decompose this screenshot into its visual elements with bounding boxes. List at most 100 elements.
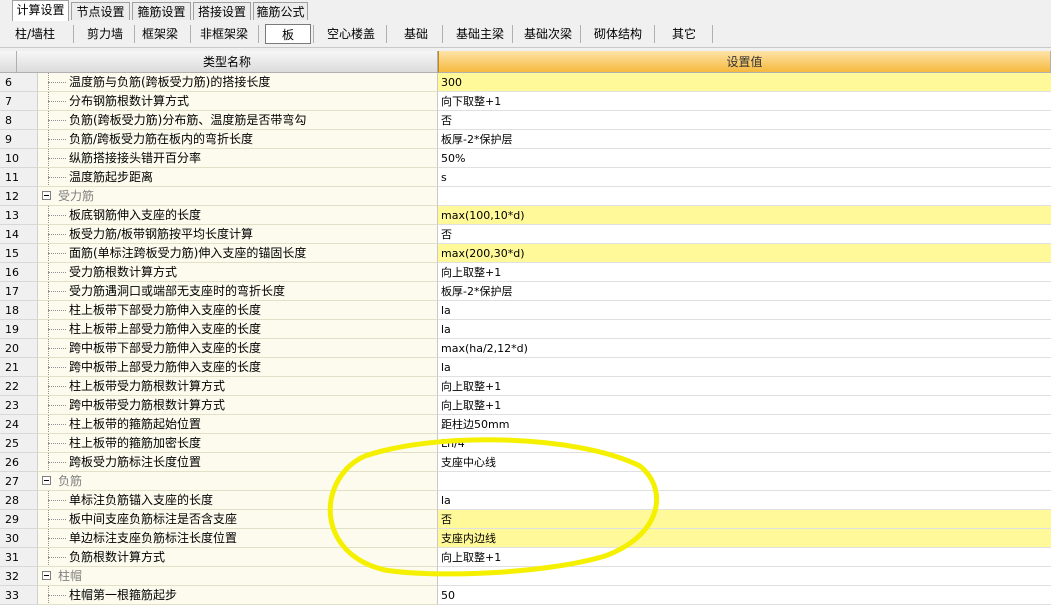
- row-number: 29: [0, 510, 38, 529]
- setting-value-cell[interactable]: 距柱边50mm: [438, 415, 1051, 434]
- table-row[interactable]: 33 柱帽第一根箍筋起步 50: [0, 586, 1051, 605]
- tree-connector: [46, 244, 66, 262]
- setting-value-cell[interactable]: max(ha/2,12*d): [438, 339, 1051, 358]
- table-row[interactable]: 26 跨板受力筋标注长度位置 支座中心线: [0, 453, 1051, 472]
- table-row[interactable]: 7 分布钢筋根数计算方式 向下取整+1: [0, 92, 1051, 111]
- toolbar-button-11[interactable]: 其它: [658, 24, 710, 44]
- minus-box-icon[interactable]: [42, 191, 51, 200]
- type-name-cell: 柱上板带的箍筋加密长度: [38, 434, 438, 453]
- tree-line-horizontal: [48, 82, 66, 83]
- grid-rows: 6 温度筋与负筋(跨板受力筋)的搭接长度 300 7 分布钢筋根数计算方式 向下取整+1 8…: [0, 73, 1051, 605]
- table-row[interactable]: 6 温度筋与负筋(跨板受力筋)的搭接长度 300: [0, 73, 1051, 92]
- setting-value-cell[interactable]: Ln/4: [438, 434, 1051, 453]
- table-row[interactable]: 19 柱上板带上部受力筋伸入支座的长度 la: [0, 320, 1051, 339]
- table-row[interactable]: 16 受力筋根数计算方式 向上取整+1: [0, 263, 1051, 282]
- row-number: 25: [0, 434, 38, 453]
- table-row[interactable]: 14 板受力筋/板带钢筋按平均长度计算 否: [0, 225, 1051, 244]
- tab-1[interactable]: 计算设置: [12, 0, 69, 22]
- table-row[interactable]: 12 受力筋: [0, 187, 1051, 206]
- tree-connector: [46, 548, 66, 566]
- table-row[interactable]: 25 柱上板带的箍筋加密长度 Ln/4: [0, 434, 1051, 453]
- table-row[interactable]: 32 柱帽: [0, 567, 1051, 586]
- tree-line-horizontal: [48, 595, 66, 596]
- table-row[interactable]: 8 负筋(跨板受力筋)分布筋、温度筋是否带弯勾 否: [0, 111, 1051, 130]
- setting-label: 柱上板带受力筋根数计算方式: [69, 379, 226, 393]
- setting-value-cell[interactable]: 向上取整+1: [438, 548, 1051, 567]
- table-row[interactable]: 11 温度筋起步距离 s: [0, 168, 1051, 187]
- table-row[interactable]: 10 纵筋搭接接头错开百分率 50%: [0, 149, 1051, 168]
- toolbar-button-7[interactable]: 基础: [392, 24, 440, 44]
- setting-value-cell[interactable]: 支座中心线: [438, 453, 1051, 472]
- setting-value-cell[interactable]: la: [438, 320, 1051, 339]
- table-row[interactable]: 24 柱上板带的箍筋起始位置 距柱边50mm: [0, 415, 1051, 434]
- tree-connector: [46, 149, 66, 167]
- tree-connector: [46, 529, 66, 547]
- toolbar-button-8[interactable]: 基础主梁: [448, 24, 512, 44]
- toolbar-button-2[interactable]: 剪力墙: [76, 24, 134, 44]
- minus-box-icon[interactable]: [42, 476, 51, 485]
- row-number: 8: [0, 111, 38, 130]
- type-name-cell: 跨中板带上部受力筋伸入支座的长度: [38, 358, 438, 377]
- table-row[interactable]: 29 板中间支座负筋标注是否含支座 否: [0, 510, 1051, 529]
- setting-value-cell[interactable]: 否: [438, 111, 1051, 130]
- table-row[interactable]: 15 面筋(单标注跨板受力筋)伸入支座的锚固长度 max(200,30*d): [0, 244, 1051, 263]
- setting-value-cell: [438, 567, 1051, 586]
- row-number: 28: [0, 491, 38, 510]
- setting-value-cell[interactable]: 板厚-2*保护层: [438, 282, 1051, 301]
- setting-value-cell[interactable]: 向上取整+1: [438, 263, 1051, 282]
- table-row[interactable]: 17 受力筋遇洞口或端部无支座时的弯折长度 板厚-2*保护层: [0, 282, 1051, 301]
- table-row[interactable]: 18 柱上板带下部受力筋伸入支座的长度 la: [0, 301, 1051, 320]
- row-number: 6: [0, 73, 38, 92]
- setting-value-cell[interactable]: s: [438, 168, 1051, 187]
- toolbar-button-3[interactable]: 框架梁: [136, 24, 184, 44]
- setting-value-cell[interactable]: 板厚-2*保护层: [438, 130, 1051, 149]
- setting-value-cell[interactable]: 向下取整+1: [438, 92, 1051, 111]
- toolbar-button-5[interactable]: 板: [265, 24, 311, 44]
- setting-value-cell[interactable]: max(200,30*d): [438, 244, 1051, 263]
- tree-line-horizontal: [48, 158, 66, 159]
- setting-label: 柱上板带的箍筋加密长度: [69, 436, 202, 450]
- tree-connector: [46, 301, 66, 319]
- toolbar-button-4[interactable]: 非框架梁: [192, 24, 256, 44]
- setting-label: 单边标注支座负筋标注长度位置: [69, 531, 238, 545]
- toolbar-button-10[interactable]: 砌体结构: [584, 24, 652, 44]
- toolbar-separator: [313, 25, 314, 43]
- table-row[interactable]: 9 负筋/跨板受力筋在板内的弯折长度 板厚-2*保护层: [0, 130, 1051, 149]
- setting-value-cell[interactable]: 支座内边线: [438, 529, 1051, 548]
- row-number: 24: [0, 415, 38, 434]
- table-row[interactable]: 31 负筋根数计算方式 向上取整+1: [0, 548, 1051, 567]
- setting-value-cell[interactable]: la: [438, 491, 1051, 510]
- setting-value-cell[interactable]: max(100,10*d): [438, 206, 1051, 225]
- toolbar-separator: [654, 25, 655, 43]
- tab-2[interactable]: 节点设置: [71, 2, 130, 20]
- toolbar-button-9[interactable]: 基础次梁: [518, 24, 578, 44]
- toolbar-button-6[interactable]: 空心楼盖: [318, 24, 384, 44]
- toolbar-separator: [190, 25, 191, 43]
- minus-box-icon[interactable]: [42, 571, 51, 580]
- setting-value-cell[interactable]: la: [438, 358, 1051, 377]
- table-row[interactable]: 27 负筋: [0, 472, 1051, 491]
- tab-5[interactable]: 箍筋公式: [253, 2, 308, 20]
- setting-value-cell: [438, 187, 1051, 206]
- setting-value-cell[interactable]: 300: [438, 73, 1051, 92]
- type-name-cell: 单边标注支座负筋标注长度位置: [38, 529, 438, 548]
- setting-value-cell[interactable]: 否: [438, 510, 1051, 529]
- setting-value-cell[interactable]: 50%: [438, 149, 1051, 168]
- table-row[interactable]: 20 跨中板带下部受力筋伸入支座的长度 max(ha/2,12*d): [0, 339, 1051, 358]
- toolbar-button-1[interactable]: 柱/墙柱: [0, 24, 70, 44]
- table-row[interactable]: 13 板底钢筋伸入支座的长度 max(100,10*d): [0, 206, 1051, 225]
- setting-value-cell[interactable]: 向上取整+1: [438, 377, 1051, 396]
- table-row[interactable]: 21 跨中板带上部受力筋伸入支座的长度 la: [0, 358, 1051, 377]
- table-row[interactable]: 23 跨中板带受力筋根数计算方式 向上取整+1: [0, 396, 1051, 415]
- setting-value-cell[interactable]: 50: [438, 586, 1051, 605]
- setting-value-cell[interactable]: la: [438, 301, 1051, 320]
- tab-4[interactable]: 搭接设置: [193, 2, 251, 20]
- table-row[interactable]: 22 柱上板带受力筋根数计算方式 向上取整+1: [0, 377, 1051, 396]
- setting-value-cell[interactable]: 向上取整+1: [438, 396, 1051, 415]
- header-type-name: 类型名称: [17, 51, 438, 73]
- table-row[interactable]: 30 单边标注支座负筋标注长度位置 支座内边线: [0, 529, 1051, 548]
- tab-3[interactable]: 箍筋设置: [132, 2, 191, 20]
- setting-value-cell[interactable]: 否: [438, 225, 1051, 244]
- row-number: 14: [0, 225, 38, 244]
- table-row[interactable]: 28 单标注负筋锚入支座的长度 la: [0, 491, 1051, 510]
